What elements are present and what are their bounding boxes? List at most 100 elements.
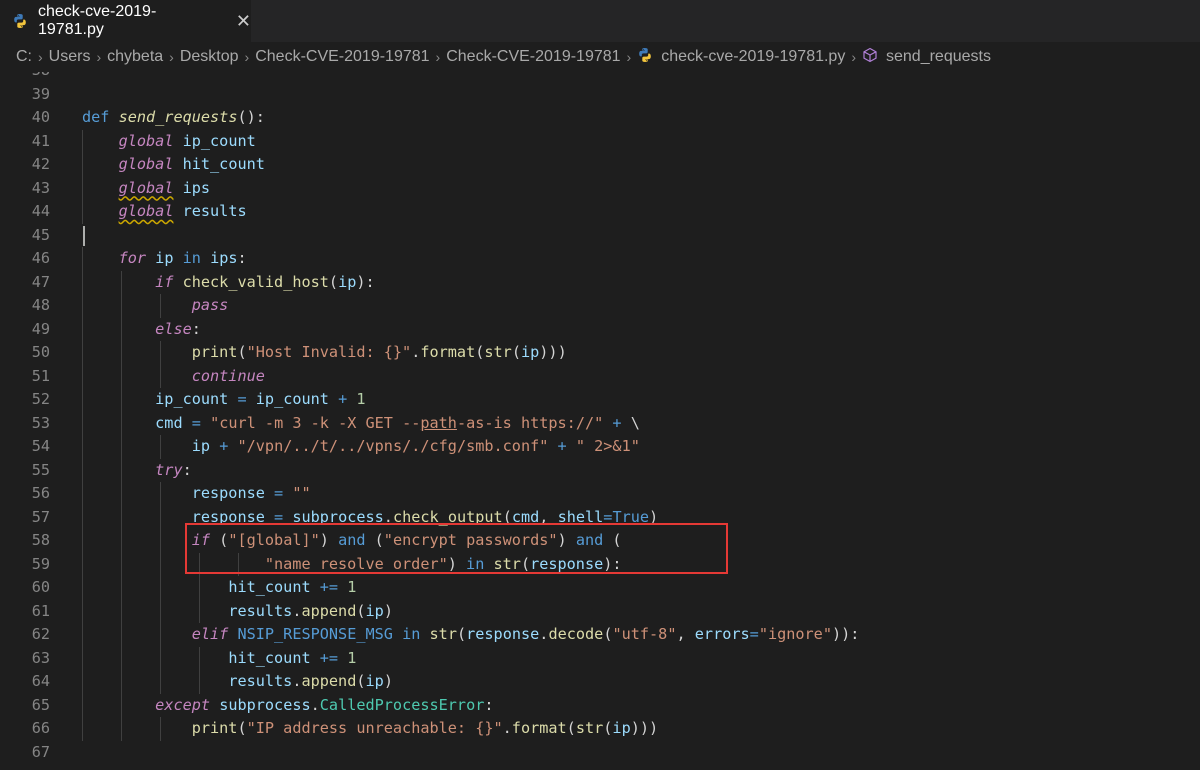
indent-guide (160, 341, 161, 365)
line-number: 41 (31, 131, 50, 150)
indent-guide (160, 599, 161, 623)
indent-guide (82, 129, 83, 153)
code-line[interactable]: 54 ip + "/vpn/../t/../vpns/./cfg/smb.con… (0, 435, 1200, 459)
code-line[interactable]: 38 (0, 72, 1200, 83)
indent-guide (82, 646, 83, 670)
indent-guide (160, 505, 161, 529)
breadcrumb-item-folder[interactable]: Check-CVE-2019-19781 (255, 48, 429, 66)
breadcrumb-item-users[interactable]: Users (49, 48, 91, 66)
code-line[interactable]: 39 (0, 83, 1200, 107)
text-cursor (83, 225, 85, 246)
code-line[interactable]: 45 (0, 224, 1200, 248)
indent-guide (121, 294, 122, 318)
line-number: 49 (31, 319, 50, 338)
indent-guide (82, 458, 83, 482)
code-line[interactable]: 56 response = "" (0, 482, 1200, 506)
code-line[interactable]: 52 ip_count = ip_count + 1 (0, 388, 1200, 412)
indent-guide (121, 505, 122, 529)
indent-guide (82, 364, 83, 388)
indent-guide (82, 599, 83, 623)
indent-guide (160, 576, 161, 600)
code-text: except subprocess.CalledProcessError: (155, 695, 494, 714)
code-line[interactable]: 47 if check_valid_host(ip): (0, 271, 1200, 295)
code-text: global results (118, 202, 247, 220)
code-line[interactable]: 53 cmd = "curl -m 3 -k -X GET --path-as-… (0, 412, 1200, 436)
code-line[interactable]: 66 print("IP address unreachable: {}".fo… (0, 717, 1200, 741)
indent-guide (82, 435, 83, 459)
code-line[interactable]: 61 results.append(ip) (0, 600, 1200, 624)
code-text: results.append(ip) (228, 601, 393, 620)
code-line[interactable]: 55 try: (0, 459, 1200, 483)
breadcrumb-item-subfolder[interactable]: Check-CVE-2019-19781 (446, 48, 620, 66)
line-number: 51 (31, 366, 50, 385)
breadcrumb-item-file[interactable]: check-cve-2019-19781.py (661, 48, 845, 66)
code-text: else: (155, 319, 201, 338)
indent-guide (121, 717, 122, 741)
code-line[interactable]: 63 hit_count += 1 (0, 647, 1200, 671)
code-line[interactable]: 49 else: (0, 318, 1200, 342)
indent-guide (199, 646, 200, 670)
indent-guide (121, 576, 122, 600)
line-number: 62 (31, 625, 50, 643)
code-text: global ips (118, 178, 211, 197)
code-line[interactable]: 46 for ip in ips: (0, 247, 1200, 271)
indent-guide (82, 200, 83, 224)
code-text: global hit_count (118, 155, 265, 173)
code-line[interactable]: 64 results.append(ip) (0, 670, 1200, 694)
indent-guide (121, 552, 122, 576)
code-text: ip + "/vpn/../t/../vpns/./cfg/smb.conf" … (191, 437, 640, 455)
code-line[interactable]: 50 print("Host Invalid: {}".format(str(i… (0, 341, 1200, 365)
line-number: 42 (31, 155, 50, 173)
code-line[interactable]: 62 elif NSIP_RESPONSE_MSG in str(respons… (0, 623, 1200, 647)
breadcrumb-item-desktop[interactable]: Desktop (180, 48, 239, 66)
code-text: global ip_count (118, 131, 256, 150)
code-editor[interactable]: 3839 40 def send_requests(): 41 global ip_c… (0, 72, 1200, 770)
indent-guide (82, 529, 83, 553)
breadcrumb: C: › Users › chybeta › Desktop › Check-C… (0, 42, 1200, 72)
indent-guide (82, 247, 83, 271)
code-line[interactable]: 67 (0, 741, 1200, 765)
line-number: 48 (31, 296, 50, 314)
code-text: print("Host Invalid: {}".format(str(ip))… (191, 343, 567, 361)
breadcrumb-item-symbol[interactable]: send_requests (886, 48, 991, 66)
code-line[interactable]: 44 global results (0, 200, 1200, 224)
line-number: 64 (31, 672, 50, 690)
code-line[interactable]: 65 except subprocess.CalledProcessError: (0, 694, 1200, 718)
indent-guide (82, 317, 83, 341)
line-number: 67 (31, 742, 50, 761)
indent-guide (82, 717, 83, 741)
code-line[interactable]: 51 continue (0, 365, 1200, 389)
code-text: def send_requests(): (82, 108, 265, 126)
code-text: if check_valid_host(ip): (155, 272, 375, 291)
code-line[interactable]: 60 hit_count += 1 (0, 576, 1200, 600)
indent-guide (82, 552, 83, 576)
code-line[interactable]: 40 def send_requests(): (0, 106, 1200, 130)
indent-guide (121, 599, 122, 623)
indent-guide (82, 153, 83, 177)
indent-guide (82, 411, 83, 435)
code-line[interactable]: 48 pass (0, 294, 1200, 318)
indent-guide (82, 482, 83, 506)
line-number: 53 (31, 413, 50, 432)
tab-filename: check-cve-2019-19781.py (38, 3, 157, 38)
line-number: 66 (31, 719, 50, 737)
indent-guide (160, 717, 161, 741)
close-icon[interactable]: ✕ (236, 11, 251, 32)
python-icon (637, 47, 653, 68)
indent-guide (82, 505, 83, 529)
code-line[interactable]: 43 global ips (0, 177, 1200, 201)
breadcrumb-item-drive[interactable]: C: (16, 48, 32, 66)
highlight-box (185, 523, 728, 574)
code-line[interactable]: 42 global hit_count (0, 153, 1200, 177)
code-text: ip_count = ip_count + 1 (155, 390, 366, 408)
code-text: for ip in ips: (118, 249, 247, 267)
code-line[interactable]: 41 global ip_count (0, 130, 1200, 154)
tab-bar: check-cve-2019-19781.py ✕ (0, 0, 1200, 42)
code-text: hit_count += 1 (228, 578, 357, 596)
tab-active-file[interactable]: check-cve-2019-19781.py ✕ (0, 0, 252, 42)
line-number: 57 (31, 507, 50, 526)
indent-guide (199, 670, 200, 694)
line-number: 46 (31, 249, 50, 267)
breadcrumb-item-user[interactable]: chybeta (107, 48, 163, 66)
chevron-right-icon: › (626, 49, 632, 65)
